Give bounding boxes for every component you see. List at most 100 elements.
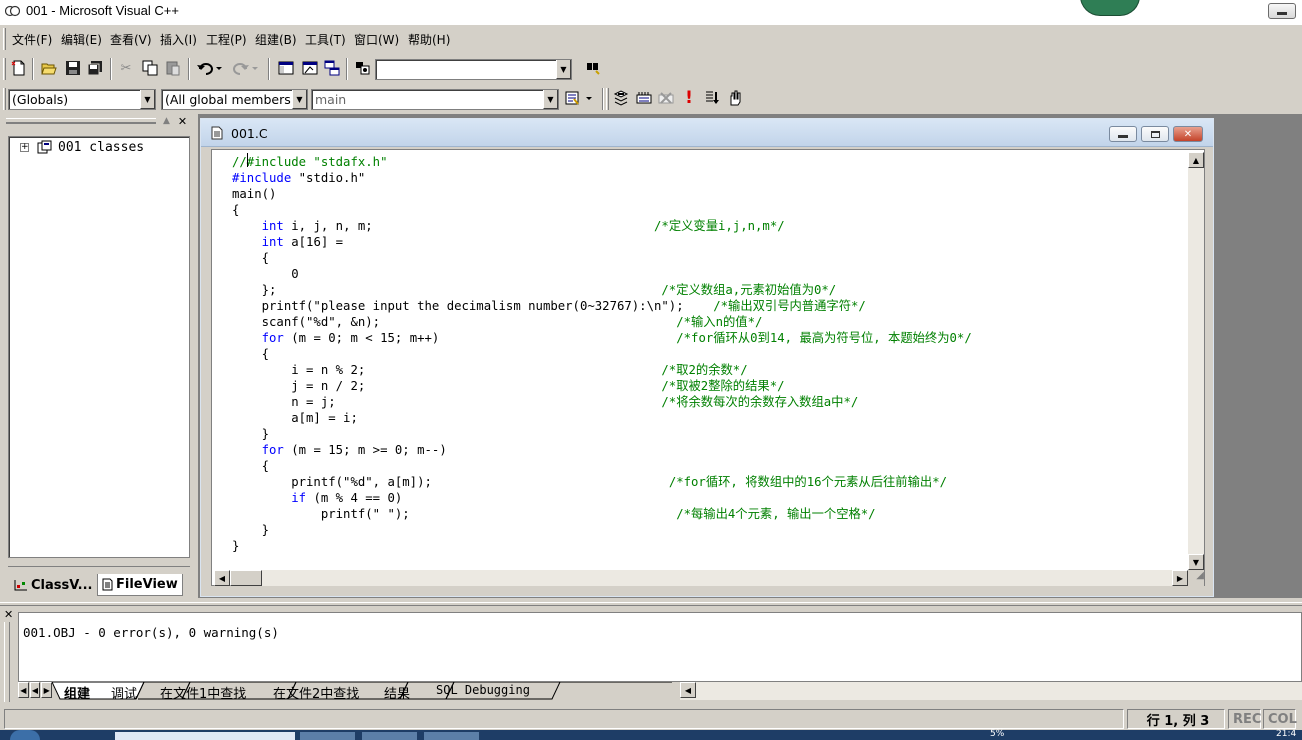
output-tab-nav[interactable]: ◀ ◀ ▶: [18, 682, 53, 699]
start-button[interactable]: [10, 730, 40, 740]
redo-icon[interactable]: [230, 58, 262, 78]
output-icon[interactable]: [300, 58, 320, 78]
breakpoint-icon[interactable]: [725, 88, 745, 108]
output-close-icon[interactable]: ✕: [4, 608, 13, 621]
code-line[interactable]: {: [232, 458, 269, 474]
tab-sql-debugging[interactable]: SQL Debugging: [436, 683, 530, 697]
horizontal-scrollbar[interactable]: ◀ ▶: [214, 570, 1188, 586]
menu-build[interactable]: 组建(B): [255, 31, 297, 48]
code-line[interactable]: }: [232, 522, 269, 538]
code-line[interactable]: {: [232, 250, 269, 266]
code-line[interactable]: j = n / 2; /*取被2整除的结果*/: [232, 378, 784, 394]
menu-insert[interactable]: 插入(I): [160, 31, 197, 48]
code-line[interactable]: int a[16] =: [232, 234, 343, 250]
output-text-area[interactable]: 001.OBJ - 0 error(s), 0 warning(s): [18, 612, 1302, 682]
menu-help[interactable]: 帮助(H): [408, 31, 450, 48]
code-line[interactable]: {: [232, 346, 269, 362]
code-editor[interactable]: //#include "stdafx.h" #include "stdio.h" m…: [211, 149, 1205, 586]
menu-file[interactable]: 文件(F): [12, 31, 52, 48]
menu-project[interactable]: 工程(P): [206, 31, 247, 48]
windows-icon[interactable]: [322, 58, 342, 78]
chevron-down-icon[interactable]: ▼: [292, 90, 307, 109]
code-line[interactable]: printf("%d", a[m]); /*for循环, 将数组中的16个元素从…: [232, 474, 947, 490]
chevron-down-icon[interactable]: ▼: [556, 60, 571, 79]
find-combo[interactable]: ▼: [375, 59, 572, 80]
tab-debug[interactable]: 调试: [111, 683, 137, 702]
code-line[interactable]: i = n % 2; /*取2的余数*/: [232, 362, 747, 378]
vertical-scrollbar[interactable]: ▲ ▼: [1188, 152, 1204, 570]
execute-icon[interactable]: !: [679, 88, 699, 108]
taskbar-item[interactable]: [300, 732, 355, 740]
go-icon[interactable]: [702, 88, 722, 108]
open-folder-icon[interactable]: [39, 58, 59, 78]
tree-expand-icon[interactable]: +: [20, 143, 29, 152]
code-line[interactable]: }; /*定义数组a,元素初始值为0*/: [232, 282, 837, 298]
scroll-up-icon[interactable]: ▲: [1188, 152, 1204, 168]
new-file-icon[interactable]: [9, 58, 29, 78]
chevron-down-icon[interactable]: ▼: [543, 90, 558, 109]
stop-build-icon[interactable]: [656, 88, 676, 108]
doc-minimize-button[interactable]: [1109, 126, 1137, 142]
minimize-button[interactable]: [1268, 3, 1296, 19]
code-line[interactable]: scanf("%d", &n); /*输入n的值*/: [232, 314, 763, 330]
code-line[interactable]: }: [232, 426, 269, 442]
toolbar-grip[interactable]: [3, 58, 6, 80]
save-all-icon[interactable]: [85, 58, 105, 78]
tab-results[interactable]: 结果: [384, 683, 410, 702]
tab-prev-icon[interactable]: ◀: [29, 682, 41, 698]
menu-window[interactable]: 窗口(W): [354, 31, 399, 48]
output-hscroll[interactable]: ◀: [680, 682, 1302, 700]
code-line[interactable]: if (m % 4 == 0): [232, 490, 402, 506]
scroll-down-icon[interactable]: ▼: [1188, 554, 1204, 570]
compile-icon[interactable]: [611, 88, 631, 108]
code-line[interactable]: a[m] = i;: [232, 410, 358, 426]
tab-find-in-files-1[interactable]: 在文件1中查找: [160, 683, 246, 702]
find-icon[interactable]: [583, 58, 603, 78]
tab-find-in-files-2[interactable]: 在文件2中查找: [273, 683, 359, 702]
doc-restore-button[interactable]: [1141, 126, 1169, 142]
cut-icon[interactable]: ✂: [116, 58, 136, 78]
scroll-left-icon[interactable]: ◀: [214, 570, 230, 586]
code-line[interactable]: //#include "stdafx.h": [232, 154, 387, 170]
output-grip[interactable]: [4, 622, 10, 702]
scroll-left-icon[interactable]: ◀: [680, 682, 696, 698]
menu-tools[interactable]: 工具(T): [305, 31, 346, 48]
code-line[interactable]: main(): [232, 186, 276, 202]
code-area[interactable]: //#include "stdafx.h" #include "stdio.h" m…: [232, 150, 1182, 570]
workspace-icon[interactable]: [276, 58, 296, 78]
code-line[interactable]: 0: [232, 266, 298, 282]
tab-build[interactable]: 组建: [64, 683, 90, 702]
taskbar-item[interactable]: [362, 732, 417, 740]
code-line[interactable]: for (m = 15; m >= 0; m--): [232, 442, 447, 458]
class-combo[interactable]: (Globals) ▼: [8, 89, 156, 110]
pane-close-icon[interactable]: ✕: [176, 115, 189, 128]
copy-icon[interactable]: [140, 58, 160, 78]
build-icon[interactable]: [634, 88, 654, 108]
hscroll-thumb[interactable]: [230, 570, 262, 586]
tree-root-label[interactable]: 001 classes: [58, 140, 144, 155]
pane-grip[interactable]: [6, 118, 156, 124]
code-line[interactable]: }: [232, 538, 239, 554]
tab-fileview[interactable]: FileView: [97, 574, 183, 596]
menu-view[interactable]: 查看(V): [110, 31, 152, 48]
tab-next-icon[interactable]: ▶: [41, 682, 53, 698]
chevron-down-icon[interactable]: ▼: [140, 90, 155, 109]
code-line[interactable]: printf("please input the decimalism numb…: [232, 298, 866, 314]
find-in-files-icon[interactable]: [353, 58, 373, 78]
tab-classview[interactable]: ClassV...: [10, 574, 97, 596]
pane-maximize-icon[interactable]: ▲: [160, 116, 173, 128]
tab-first-icon[interactable]: ◀: [18, 682, 29, 698]
code-line[interactable]: #include "stdio.h": [232, 170, 365, 186]
doc-close-button[interactable]: ✕: [1173, 126, 1203, 142]
member-combo[interactable]: main ▼: [311, 89, 559, 110]
code-line[interactable]: for (m = 0; m < 15; m++) /*for循环从0到14, 最…: [232, 330, 972, 346]
code-line[interactable]: {: [232, 202, 239, 218]
paste-icon[interactable]: [163, 58, 183, 78]
undo-icon[interactable]: [194, 58, 226, 78]
resize-grip-icon[interactable]: ◢: [1188, 570, 1204, 586]
code-line[interactable]: int i, j, n, m; /*定义变量i,j,n,m*/: [232, 218, 785, 234]
code-line[interactable]: n = j; /*将余数每次的余数存入数组a中*/: [232, 394, 858, 410]
taskbar-item[interactable]: [115, 732, 295, 740]
menu-edit[interactable]: 编辑(E): [61, 31, 102, 48]
wizard-action-icon[interactable]: [562, 88, 596, 108]
